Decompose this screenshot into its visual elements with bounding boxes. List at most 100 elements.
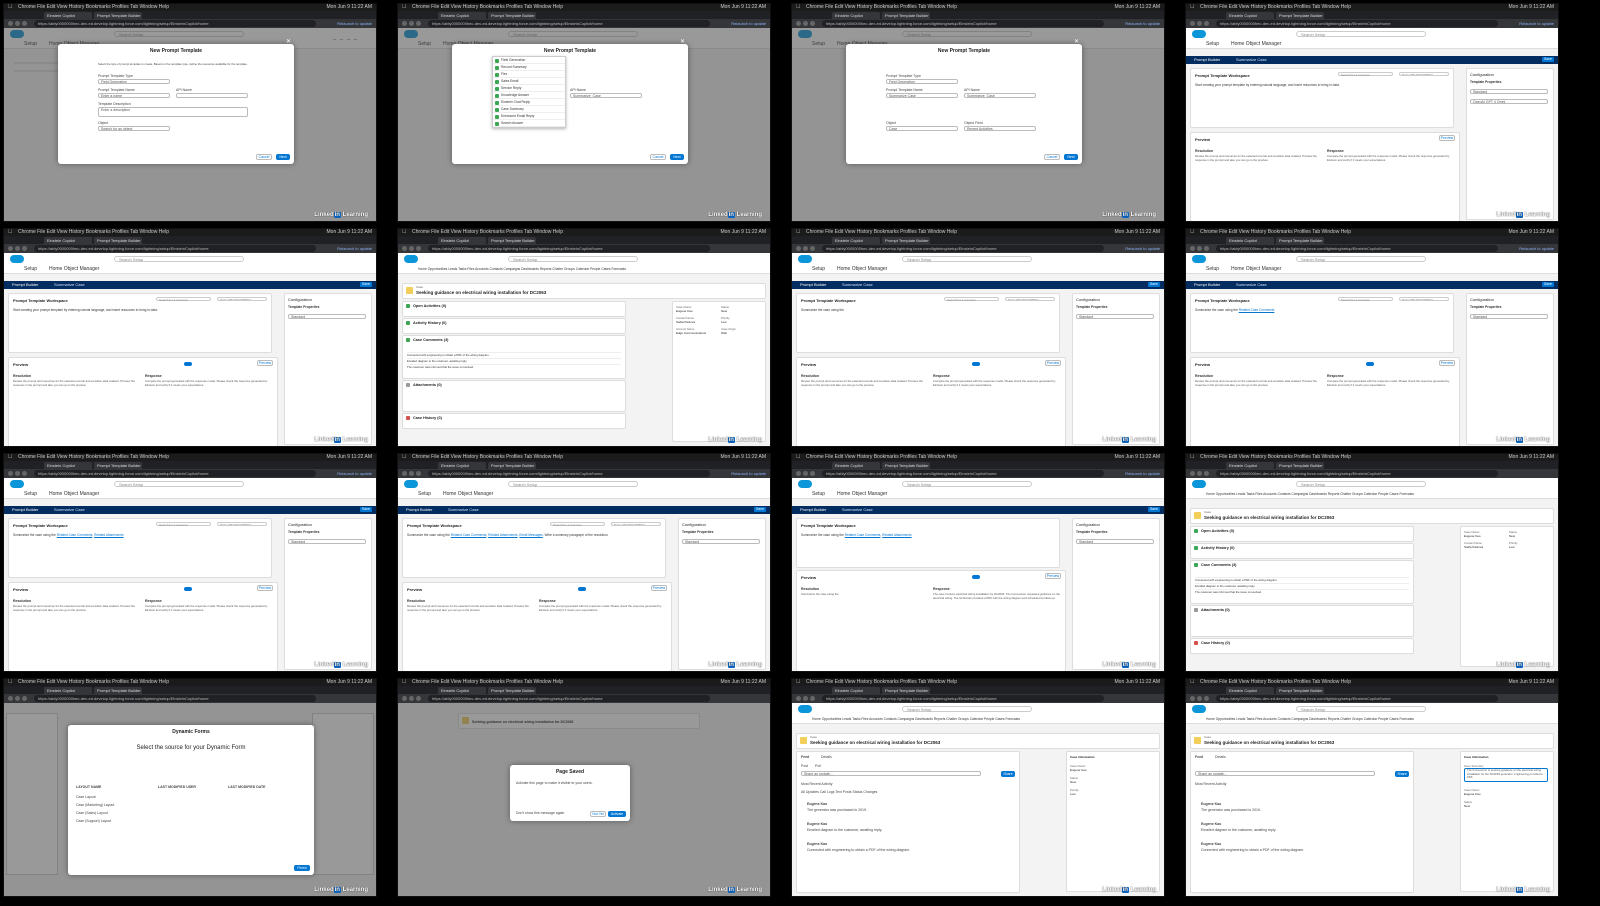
attachments-card[interactable]: Attachments (0) [402,380,626,412]
api-name-input[interactable]: Summarize_Case [570,93,642,98]
save-button[interactable]: Save [754,507,766,512]
activate-button[interactable]: Activate [608,811,626,817]
browser-tab[interactable]: Einstein Copilot [438,237,486,244]
browser-tab[interactable]: Prompt Template Builder [94,462,142,469]
prompt-text[interactable]: Summarize the case using the Related Cas… [801,533,1053,537]
browser-tab[interactable]: Prompt Template Builder [488,462,536,469]
setup-search-input[interactable]: Search Setup [1296,256,1426,262]
attachments-card[interactable]: Attachments (0) [1190,605,1414,637]
preview-button[interactable]: Preview [651,585,667,591]
relaunch-button[interactable]: Relaunch to update [1519,245,1554,252]
browser-tab[interactable]: Einstein Copilot [44,687,92,694]
next-button[interactable]: Next [1064,154,1078,160]
url-field[interactable]: https://ably0000000hec-dev-ed.develop.li… [1216,695,1498,702]
template-type-dropdown[interactable]: Field Generation Record Summary Flex Sal… [492,56,566,128]
setup-search-input[interactable]: Search Setup [902,256,1032,262]
browser-tab[interactable]: Einstein Copilot [832,462,880,469]
api-name-input[interactable]: Summarize_Case [964,93,1036,98]
model-select[interactable]: Standard [288,539,366,544]
browser-tab[interactable]: Einstein Copilot [1226,687,1274,694]
preview-toggle[interactable] [1366,362,1374,366]
open-activities-card[interactable]: Open Activities (0) [402,301,626,317]
template-workspace[interactable]: Prompt Template Workspace Summarize the c… [796,518,1060,568]
activity-history-card[interactable]: Activity History (0) [1190,543,1414,559]
issue-summary-field[interactable]: The homeowner is seeking guidance on the… [1464,768,1548,782]
browser-tab[interactable]: Einstein Copilot [438,12,486,19]
template-name-input[interactable]: Enter a name [98,93,170,98]
record-picker[interactable]: Case | Electrical Wiring... [1399,72,1449,76]
url-field[interactable]: https://ably0000000hec-dev-ed.develop.li… [822,245,1104,252]
close-icon[interactable]: ✕ [1074,38,1079,45]
thumbnail-11[interactable]: Chrome File Edit View History Bookmarks… [791,453,1165,672]
merge-field[interactable]: Related Case Comments [57,533,93,537]
cancel-button[interactable]: Cancel [1044,154,1060,160]
merge-field[interactable]: Related Attachments [882,533,911,537]
setup-search-input[interactable]: Search Setup [1296,31,1426,37]
browser-tab[interactable]: Prompt Template Builder [488,12,536,19]
url-field[interactable]: https://ably0000000hec-dev-ed.develop.li… [34,470,316,477]
resource-search-input[interactable]: Search for a resource [156,522,211,527]
url-field[interactable]: https://ably0000000hec-dev-ed.develop.li… [34,20,316,27]
save-button[interactable]: Save [360,282,372,287]
record-picker[interactable]: Case | Electrical Wiring... [1399,297,1449,301]
resource-search-input[interactable]: Search for a resource [156,297,211,302]
template-workspace[interactable]: Prompt Template Workspace Search for a re… [1190,293,1454,353]
layout-row[interactable]: Case (Support) Layout [76,819,111,823]
cancel-button[interactable]: Cancel [650,154,666,160]
preview-toggle[interactable] [578,587,586,591]
relaunch-button[interactable]: Relaunch to update [1125,245,1160,252]
next-button[interactable]: Next [670,154,684,160]
open-activities-card[interactable]: Open Activities (0) [1190,526,1414,542]
activity-history-card[interactable]: Activity History (0) [402,318,626,334]
dropdown-option[interactable]: Service Reply [493,85,565,92]
poll-tab[interactable]: Poll [815,764,821,768]
merge-field[interactable]: Related Attachments [488,533,517,537]
not-yet-button[interactable]: Not Yet [590,811,606,817]
url-field[interactable]: https://ably0000000hec-dev-ed.develop.li… [822,20,1104,27]
thumbnail-16[interactable]: Chrome File Edit View History Bookmarks… [1185,678,1559,897]
prompt-text[interactable]: Summarize the case using the Related Cas… [407,533,659,537]
resource-search-input[interactable]: Search for a resource [1338,72,1393,77]
url-field[interactable]: https://ably0000000hec-dev-ed.develop.li… [34,695,316,702]
model-select[interactable]: Standard [1470,314,1548,319]
save-button[interactable]: Save [360,507,372,512]
template-type-select[interactable]: Field Generation [886,79,958,84]
browser-tab[interactable]: Prompt Template Builder [882,462,930,469]
thumbnail-13[interactable]: Chrome File Edit View History Bookmarks… [3,678,377,897]
thumbnail-1[interactable]: Chrome File Edit View History Bookmarks… [3,3,377,222]
prompt-text[interactable]: Start creating your prompt template by e… [1195,83,1447,87]
relaunch-button[interactable]: Relaunch to update [731,20,766,27]
browser-tab[interactable]: Einstein Copilot [1226,12,1274,19]
relaunch-button[interactable]: Relaunch to update [1125,20,1160,27]
dont-show-checkbox[interactable]: Don't show this message again [516,811,564,815]
dropdown-option[interactable]: Case Summary [493,106,565,113]
url-field[interactable]: https://ably0000000hec-dev-ed.develop.li… [428,245,710,252]
record-picker[interactable]: Case | Electrical Wiring... [611,522,661,526]
cancel-button[interactable]: Cancel [256,154,272,160]
case-history-card[interactable]: Case History (0) [402,413,626,429]
template-workspace[interactable]: Prompt Template Workspace Search for a r… [1190,68,1454,128]
global-search-input[interactable]: Search Setup [508,256,638,262]
browser-tab[interactable]: Prompt Template Builder [1276,237,1324,244]
browser-tab[interactable]: Prompt Template Builder [882,687,930,694]
save-button[interactable]: Save [1542,57,1554,62]
browser-tab[interactable]: Einstein Copilot [832,12,880,19]
thumbnail-3[interactable]: Chrome File Edit View History Bookmarks… [791,3,1165,222]
prompt-text[interactable]: Start creating your prompt template by e… [13,308,265,312]
browser-tab[interactable]: Prompt Template Builder [882,237,930,244]
record-picker[interactable]: Case | Electrical Wiring... [1005,297,1055,301]
merge-field[interactable]: Email Messages [519,533,542,537]
dropdown-option[interactable]: Knowledge Answer [493,92,565,99]
dropdown-option[interactable]: Record Summary [493,64,565,71]
record-picker[interactable]: Case | Electrical Wiring... [217,297,267,301]
dropdown-option[interactable]: Flex [493,71,565,78]
browser-tab[interactable]: Einstein Copilot [44,12,92,19]
merge-field[interactable]: Related Attachments [94,533,123,537]
thumbnail-4[interactable]: Chrome File Edit View History Bookmarks… [1185,3,1559,222]
tab-feed[interactable]: Feed [1195,755,1203,759]
dropdown-option[interactable]: Sales Email [493,78,565,85]
setup-search-input[interactable]: Search Setup [508,481,638,487]
url-field[interactable]: https://ably0000000hec-dev-ed.develop.li… [428,470,710,477]
url-field[interactable]: https://ably0000000hec-dev-ed.develop.li… [1216,470,1498,477]
model-select[interactable]: Standard [682,539,760,544]
